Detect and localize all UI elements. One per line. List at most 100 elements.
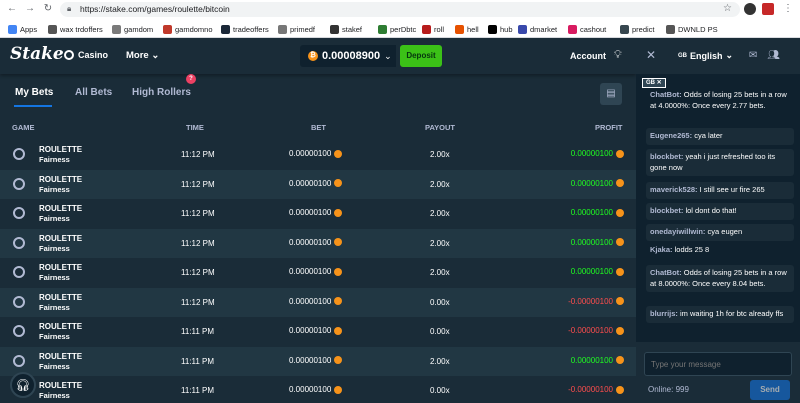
column-header-game: GAME	[12, 123, 35, 132]
bookmark-item[interactable]: stakef	[330, 23, 362, 35]
game-name[interactable]: ROULETTE	[39, 145, 82, 154]
roulette-icon	[13, 295, 25, 308]
bookmark-item[interactable]: wax trdoffers	[48, 23, 103, 35]
bookmark-item[interactable]: DWNLD PS	[666, 23, 718, 35]
stake-logo[interactable]: Stake	[10, 44, 64, 64]
reload-icon[interactable]: ↻	[42, 3, 54, 15]
table-row[interactable]: ROULETTE Fairness 11:12 PM 0.00000100 2.00x 0…	[0, 258, 636, 288]
game-name[interactable]: ROULETTE	[39, 263, 82, 272]
bookmark-item[interactable]: perDbtc	[378, 23, 416, 35]
table-row[interactable]: ROULETTE Fairness 11:12 PM 0.00000100 2.00x 0…	[0, 140, 636, 170]
fairness-link[interactable]: Fairness	[39, 273, 70, 282]
chat-username[interactable]: blockbet:	[650, 152, 683, 161]
game-name[interactable]: ROULETTE	[39, 381, 82, 390]
menu-icon[interactable]: ⋮	[782, 3, 794, 15]
bookmark-item[interactable]: hell	[455, 23, 479, 35]
fairness-link[interactable]: Fairness	[39, 391, 70, 400]
bookmark-item[interactable]: dmarket	[518, 23, 557, 35]
chat-username[interactable]: ChatBot:	[650, 90, 682, 99]
bookmark-item[interactable]: Apps	[8, 23, 37, 35]
table-row[interactable]: ROULETTE Fairness 11:12 PM 0.00000100 2.00x 0…	[0, 199, 636, 229]
bitcoin-icon	[334, 238, 343, 246]
chat-username[interactable]: Kjaka:	[650, 245, 673, 254]
forward-icon[interactable]: →	[24, 3, 36, 15]
fairness-link[interactable]: Fairness	[39, 362, 70, 371]
extension-icon[interactable]	[762, 3, 774, 15]
bet-profit-value: 0.00000100	[570, 178, 613, 188]
table-row[interactable]: ROULETTE Fairness 11:12 PM 0.00000100 2.00x 0…	[0, 228, 636, 258]
table-row[interactable]: ROULETTE Fairness 11:12 PM 0.00000100 0.00x -…	[0, 287, 636, 317]
wallet-balance[interactable]: ₿ 0.00008900 ⌄	[300, 45, 396, 67]
bitcoin-icon	[616, 149, 624, 158]
bet-amount: 0.00000100	[289, 238, 343, 247]
close-icon[interactable]: ✕	[646, 48, 656, 62]
language-select[interactable]: GB English ⌄	[678, 50, 733, 61]
chat-message: ChatBot: Odds of losing 25 bets in a row…	[646, 265, 794, 292]
tab-high-rollers[interactable]: High Rollers	[132, 87, 191, 98]
fairness-link[interactable]: Fairness	[39, 155, 70, 164]
more-menu[interactable]: More ⌄	[126, 50, 159, 61]
game-name[interactable]: ROULETTE	[39, 175, 82, 184]
star-icon[interactable]: ☆	[723, 3, 732, 14]
chat-message: ChatBot: Odds of losing 25 bets in a row…	[646, 90, 794, 111]
chat-room-tag[interactable]: GB ✕	[642, 78, 666, 88]
bookmark-item[interactable]: primedf	[278, 23, 315, 35]
bet-profit-value: -0.00000100	[568, 326, 613, 335]
site-header: Stake Casino More ⌄ ₿ 0.00008900 ⌄ Depos…	[0, 38, 636, 74]
chat-username[interactable]: Eugene265:	[650, 131, 692, 140]
tab-all-bets[interactable]: All Bets	[75, 87, 112, 98]
mail-icon[interactable]: ✉	[749, 50, 767, 61]
back-icon[interactable]: ←	[6, 3, 18, 15]
bookmark-item[interactable]: gamdom	[112, 23, 153, 35]
roulette-icon	[13, 354, 25, 367]
bookmark-icon	[666, 24, 675, 34]
bookmark-item[interactable]: gamdomno	[163, 23, 213, 35]
chat-username[interactable]: onedayiwillwin:	[650, 227, 705, 236]
bet-profit: 0.00000100	[571, 267, 624, 276]
bet-time: 11:12 PM	[181, 150, 215, 159]
fairness-link[interactable]: Fairness	[39, 244, 70, 253]
chat-username[interactable]: blurrijs:	[650, 309, 678, 318]
table-row[interactable]: ROULETTE Fairness 11:12 PM 0.00000100 2.00x 0…	[0, 169, 636, 199]
game-name[interactable]: ROULETTE	[39, 234, 82, 243]
bookmarks-bar: Apps wax trdoffers gamdom gamdomno tradeoffe…	[0, 20, 800, 37]
fairness-link[interactable]: Fairness	[39, 214, 70, 223]
fairness-link[interactable]: Fairness	[39, 185, 70, 194]
send-button[interactable]: Send	[750, 380, 790, 400]
table-row[interactable]: ROULETTE Fairness 11:11 PM 0.00000100 2.00x 0…	[0, 346, 636, 376]
bookmark-item[interactable]: hub	[488, 23, 513, 35]
bookmark-item[interactable]: predict	[620, 23, 655, 35]
chat-message-input[interactable]	[644, 352, 792, 376]
bet-time: 11:12 PM	[181, 268, 215, 277]
casino-link[interactable]: Casino	[64, 50, 108, 60]
account-menu[interactable]: Account	[570, 51, 606, 61]
bookmark-item[interactable]: cashout	[568, 23, 606, 35]
game-name[interactable]: ROULETTE	[39, 352, 82, 361]
address-bar[interactable]: 🔒︎ https://stake.com/games/roulette/bitc…	[60, 2, 740, 17]
table-row[interactable]: ROULETTE Fairness 11:11 PM 0.00000100 0.00x -…	[0, 376, 636, 403]
game-name[interactable]: ROULETTE	[39, 204, 82, 213]
chat-text: cya eugen	[707, 227, 743, 236]
bookmark-item[interactable]: roll	[422, 23, 444, 35]
chat-header-icons[interactable]: ✉👥︎	[749, 50, 790, 61]
live-support-icon[interactable]: 🎧︎	[10, 372, 36, 398]
bitcoin-icon	[616, 267, 624, 276]
game-name[interactable]: ROULETTE	[39, 322, 82, 331]
fairness-link[interactable]: Fairness	[39, 332, 70, 341]
deposit-button[interactable]: Deposit	[400, 45, 442, 67]
lightbulb-icon[interactable]: 💡︎	[614, 49, 622, 62]
tab-my-bets[interactable]: My Bets	[15, 87, 53, 98]
table-row[interactable]: ROULETTE Fairness 11:11 PM 0.00000100 0.00x -…	[0, 317, 636, 347]
bookmark-item[interactable]: tradeoffers	[221, 23, 269, 35]
extension-icon[interactable]	[744, 3, 756, 15]
fairness-link[interactable]: Fairness	[39, 303, 70, 312]
chat-username[interactable]: blockbet:	[650, 206, 683, 215]
balance-amount: 0.00008900	[322, 50, 381, 62]
game-name[interactable]: ROULETTE	[39, 293, 82, 302]
bet-profit: 0.00000100	[571, 208, 624, 217]
users-icon[interactable]: 👥︎	[767, 50, 790, 61]
chat-username[interactable]: maverick528:	[650, 185, 698, 194]
chat-username[interactable]: ChatBot:	[650, 268, 682, 277]
url-text: https://stake.com/games/roulette/bitcoin	[80, 4, 230, 14]
printer-icon[interactable]: ▤	[600, 83, 622, 105]
